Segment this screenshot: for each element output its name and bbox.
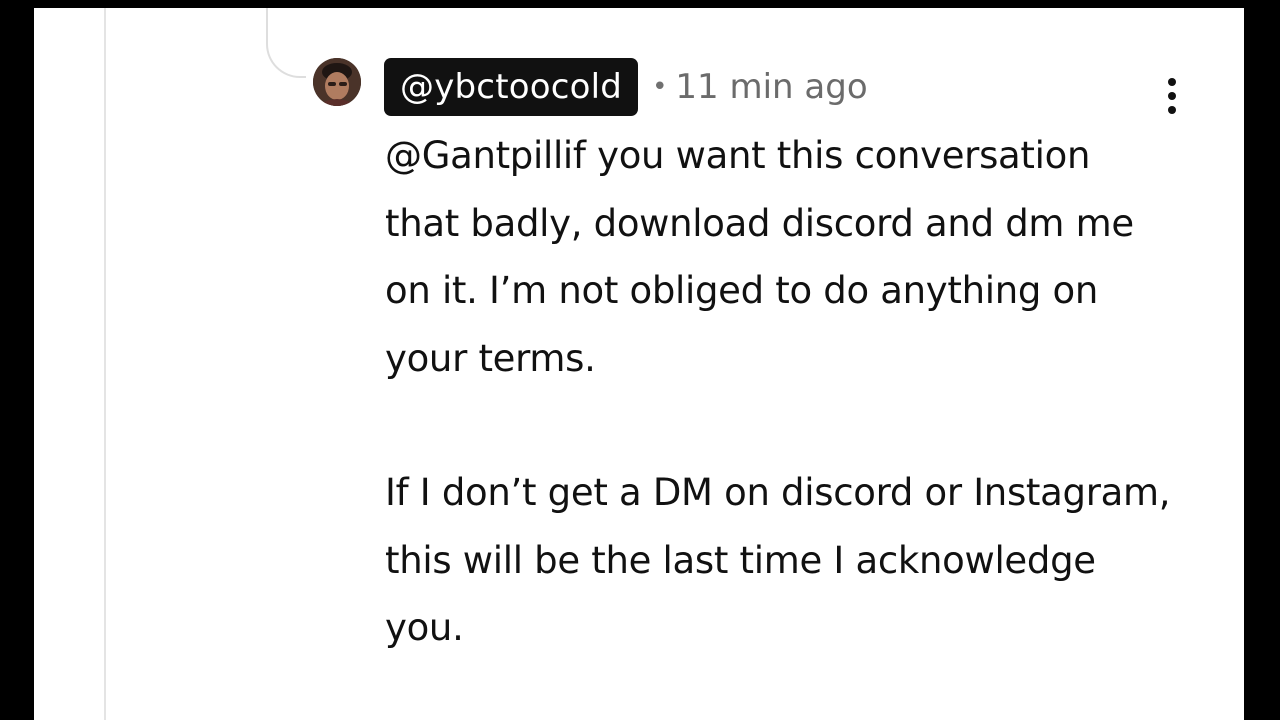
comment-timestamp: 11 min ago bbox=[675, 67, 868, 107]
comment-paragraph: @Gantpillif you want this conversation t… bbox=[385, 134, 1134, 380]
thread-line bbox=[104, 8, 106, 720]
author-username[interactable]: @ybctoocold bbox=[384, 58, 639, 116]
reply-connector-line bbox=[266, 8, 306, 78]
more-vertical-icon bbox=[1168, 78, 1176, 86]
avatar-icon bbox=[313, 58, 361, 106]
more-options-button[interactable] bbox=[1157, 74, 1187, 118]
comment-thread-panel: @ybctoocold • 11 min ago @Gantpillif you… bbox=[34, 8, 1244, 720]
comment-paragraph: If I don’t get a DM on discord or Instag… bbox=[385, 471, 1171, 649]
comment-header: @ybctoocold • 11 min ago bbox=[384, 58, 868, 116]
more-vertical-icon-dot bbox=[1168, 92, 1176, 100]
comment-body: @Gantpillif you want this conversation t… bbox=[385, 122, 1175, 662]
more-vertical-icon-dot bbox=[1168, 106, 1176, 114]
user-avatar[interactable] bbox=[313, 58, 361, 106]
separator-dot: • bbox=[652, 72, 668, 102]
